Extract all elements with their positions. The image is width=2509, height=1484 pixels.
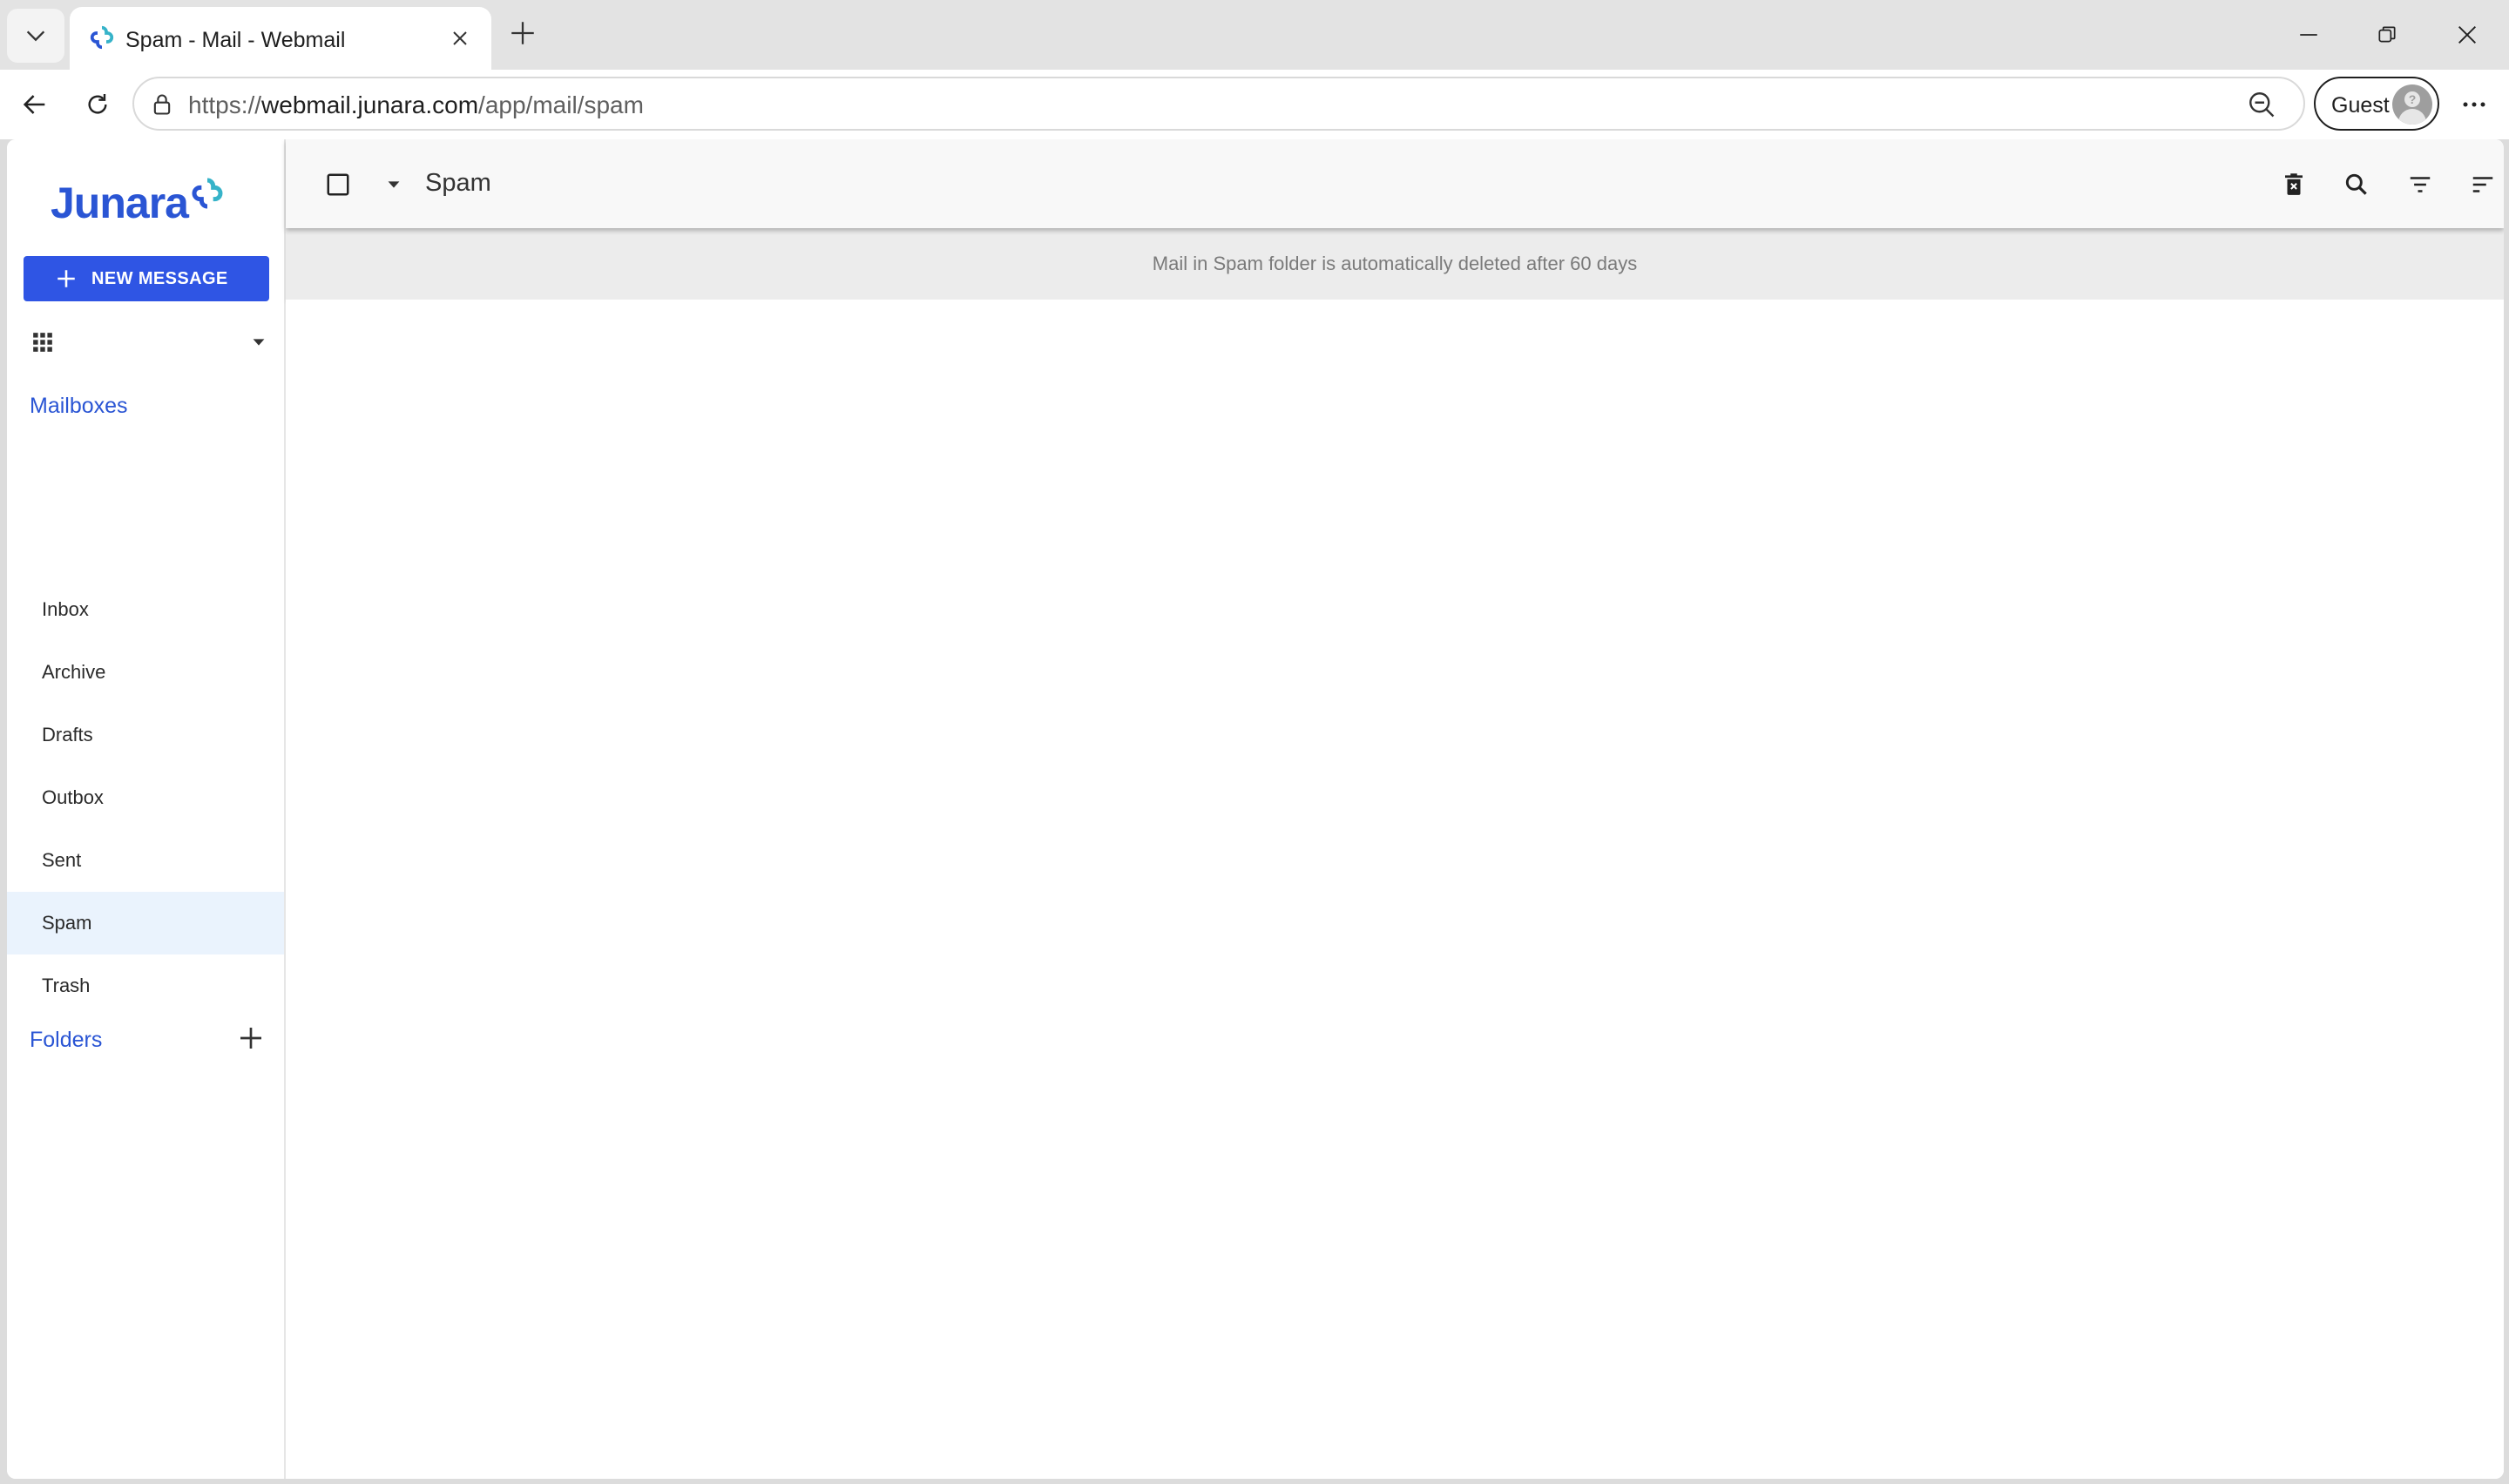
restore-window-button[interactable] xyxy=(2368,16,2406,54)
mailbox-item-inbox[interactable]: Inbox xyxy=(7,578,284,641)
browser-tab-bar: Spam - Mail - Webmail xyxy=(0,0,2509,70)
folders-heading[interactable]: Folders xyxy=(30,1028,102,1053)
search-icon xyxy=(2345,173,2367,195)
mailbox-label: Inbox xyxy=(42,598,89,620)
filter-icon xyxy=(2410,177,2431,192)
filter-button[interactable] xyxy=(2401,165,2439,204)
sort-button[interactable] xyxy=(2464,165,2502,204)
main-panel: Spam Mail in Spam folder is automaticall… xyxy=(286,139,2504,1479)
mailbox-label: Outbox xyxy=(42,786,104,808)
mailboxes-heading[interactable]: Mailboxes xyxy=(30,394,128,419)
logo-text: Junara xyxy=(51,179,189,227)
browser-toolbar: https://webmail.junara.com/app/mail/spam… xyxy=(0,70,2509,139)
new-message-button[interactable]: NEW MESSAGE xyxy=(24,256,269,301)
select-all-checkbox[interactable] xyxy=(319,165,357,204)
mailbox-label: Spam xyxy=(42,912,92,934)
app-switcher[interactable] xyxy=(24,320,277,362)
tab-title: Spam - Mail - Webmail xyxy=(125,28,346,52)
mailbox-label: Trash xyxy=(42,975,91,996)
address-bar[interactable]: https://webmail.junara.com/app/mail/spam xyxy=(132,77,2305,131)
new-tab-button[interactable] xyxy=(504,14,542,52)
restore-icon xyxy=(2378,26,2396,43)
url-scheme: https:// xyxy=(188,91,262,118)
junara-logo-mark-icon xyxy=(192,178,223,209)
tab-close-button[interactable] xyxy=(444,23,476,54)
folder-title: Spam xyxy=(425,169,491,197)
svg-text:?: ? xyxy=(2409,92,2417,106)
new-message-label: NEW MESSAGE xyxy=(91,268,228,288)
chevron-down-icon xyxy=(26,30,45,42)
mailbox-item-sent[interactable]: Sent xyxy=(7,829,284,892)
search-button[interactable] xyxy=(2337,165,2376,204)
message-list-empty xyxy=(286,300,2504,1479)
mailbox-label: Drafts xyxy=(42,724,93,745)
empty-spam-button[interactable] xyxy=(2275,165,2313,204)
zoom-out-icon[interactable] xyxy=(2246,89,2277,120)
delete-forever-icon xyxy=(2285,173,2303,195)
select-options-dropdown[interactable] xyxy=(375,165,413,204)
browser-menu-button[interactable] xyxy=(2455,85,2493,124)
lock-icon[interactable] xyxy=(150,92,174,117)
reload-icon xyxy=(88,94,107,114)
url-text[interactable]: https://webmail.junara.com/app/mail/spam xyxy=(188,91,644,119)
plus-icon xyxy=(511,22,534,44)
sidebar: Junara NEW MESSAGE Mailboxes Inbox Archi… xyxy=(7,139,286,1479)
mailbox-item-trash[interactable]: Trash xyxy=(7,954,284,1017)
mail-toolbar: Spam xyxy=(286,139,2504,228)
reload-button[interactable] xyxy=(78,85,117,124)
close-icon xyxy=(2458,26,2476,44)
minimize-icon xyxy=(2300,34,2317,36)
mailbox-item-outbox[interactable]: Outbox xyxy=(7,766,284,829)
url-host: webmail.junara.com xyxy=(261,91,479,118)
tab-list-button[interactable] xyxy=(7,9,64,63)
mailbox-label: Sent xyxy=(42,849,82,871)
profile-button[interactable]: Guest ? xyxy=(2314,77,2439,131)
url-path: /app/mail/spam xyxy=(478,91,644,118)
ellipsis-icon xyxy=(2463,102,2485,107)
browser-tab-active[interactable]: Spam - Mail - Webmail xyxy=(70,7,491,70)
add-folder-icon[interactable] xyxy=(237,1024,265,1052)
checkbox-icon xyxy=(327,173,349,196)
mailbox-item-spam[interactable]: Spam xyxy=(7,892,284,954)
back-button[interactable] xyxy=(16,85,54,124)
spam-retention-notice: Mail in Spam folder is automatically del… xyxy=(286,228,2504,300)
mailbox-item-drafts[interactable]: Drafts xyxy=(7,704,284,766)
guest-avatar-icon: ? xyxy=(2392,84,2432,125)
mailbox-item-archive[interactable]: Archive xyxy=(7,641,284,704)
arrow-left-icon xyxy=(23,95,45,114)
junara-favicon-icon xyxy=(90,25,114,50)
sort-icon xyxy=(2472,177,2493,192)
profile-label: Guest xyxy=(2331,93,2390,118)
minimize-window-button[interactable] xyxy=(2289,16,2328,54)
junara-logo[interactable]: Junara xyxy=(51,172,225,233)
apps-grid-icon xyxy=(33,333,52,352)
webmail-app: Junara NEW MESSAGE Mailboxes Inbox Archi… xyxy=(7,139,2504,1479)
notice-text: Mail in Spam folder is automatically del… xyxy=(1152,253,1638,274)
caret-down-icon xyxy=(388,181,400,188)
close-icon xyxy=(453,31,467,45)
close-window-button[interactable] xyxy=(2448,16,2486,54)
mailbox-label: Archive xyxy=(42,661,106,683)
caret-down-icon[interactable] xyxy=(249,333,268,352)
plus-icon xyxy=(57,270,75,287)
